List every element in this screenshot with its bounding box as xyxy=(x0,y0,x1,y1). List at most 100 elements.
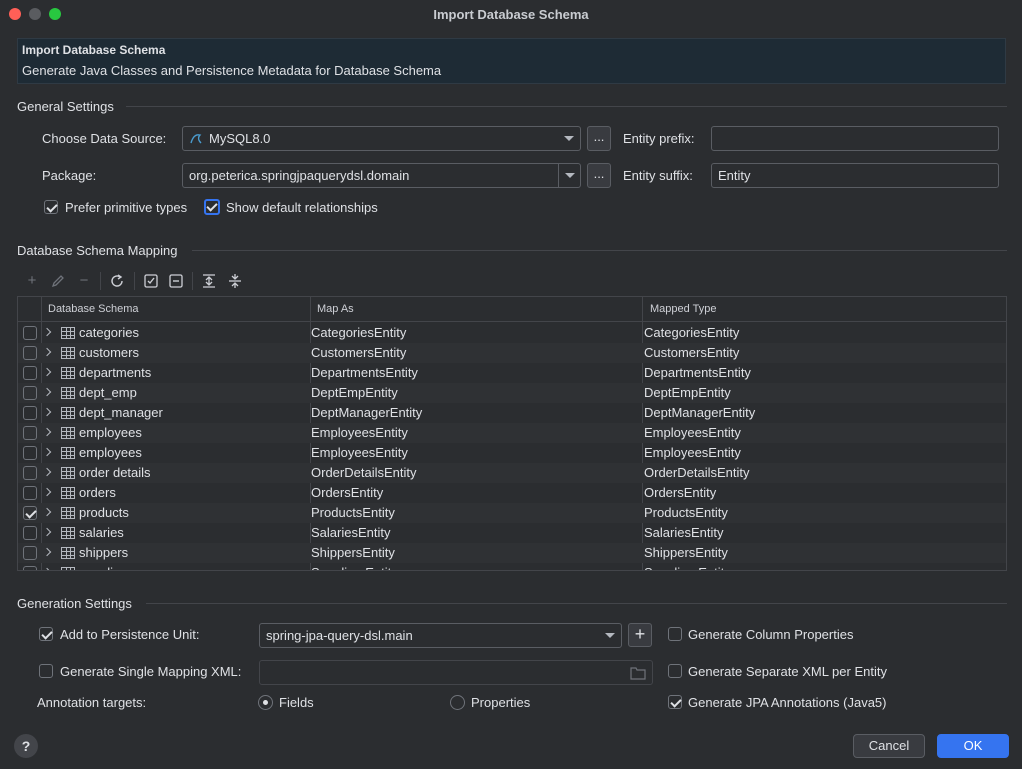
chevron-right-icon[interactable] xyxy=(42,487,52,497)
map-as-cell[interactable]: DeptManagerEntity xyxy=(311,405,422,420)
row-checkbox[interactable] xyxy=(23,326,37,340)
row-checkbox[interactable] xyxy=(23,426,37,440)
persistence-unit-select[interactable]: spring-jpa-query-dsl.main xyxy=(259,623,622,648)
mapped-type-cell[interactable]: ShippersEntity xyxy=(644,545,728,560)
generate-jpa-annotations-checkbox[interactable] xyxy=(668,695,682,709)
cancel-button[interactable]: Cancel xyxy=(853,734,925,758)
row-checkbox[interactable] xyxy=(23,506,37,520)
column-header-database-schema[interactable]: Database Schema xyxy=(48,303,139,315)
collapse-all-icon[interactable] xyxy=(227,273,243,289)
schema-cell: dept_emp xyxy=(79,385,137,400)
package-select[interactable]: org.peterica.springjpaquerydsl.domain xyxy=(182,163,581,188)
single-mapping-xml-input[interactable] xyxy=(259,660,653,685)
row-checkbox[interactable] xyxy=(23,346,37,360)
mapped-type-cell[interactable]: SuppliersEntity xyxy=(644,565,731,570)
plus-icon[interactable]: + xyxy=(23,272,41,290)
mapped-type-cell[interactable]: DeptEmpEntity xyxy=(644,385,731,400)
mapped-type-cell[interactable]: CategoriesEntity xyxy=(644,325,739,340)
map-as-cell[interactable]: ShippersEntity xyxy=(311,545,395,560)
mapped-type-cell[interactable]: CustomersEntity xyxy=(644,345,739,360)
properties-radio[interactable] xyxy=(450,695,465,710)
ok-button[interactable]: OK xyxy=(937,734,1009,758)
chevron-right-icon[interactable] xyxy=(42,467,52,477)
check-all-icon[interactable] xyxy=(143,273,159,289)
chevron-right-icon[interactable] xyxy=(42,367,52,377)
folder-icon[interactable] xyxy=(630,666,646,680)
table-row[interactable]: employees EmployeesEntity EmployeesEntity xyxy=(18,423,1006,443)
fields-radio[interactable] xyxy=(258,695,273,710)
table-row[interactable]: dept_emp DeptEmpEntity DeptEmpEntity xyxy=(18,383,1006,403)
chevron-right-icon[interactable] xyxy=(42,527,52,537)
map-as-cell[interactable]: EmployeesEntity xyxy=(311,445,408,460)
data-source-select[interactable]: MySQL8.0 xyxy=(182,126,581,151)
table-row[interactable]: shippers ShippersEntity ShippersEntity xyxy=(18,543,1006,563)
column-header-map-as[interactable]: Map As xyxy=(317,303,354,315)
chevron-right-icon[interactable] xyxy=(42,387,52,397)
mapped-type-cell[interactable]: ProductsEntity xyxy=(644,505,728,520)
map-as-cell[interactable]: OrdersEntity xyxy=(311,485,383,500)
chevron-right-icon[interactable] xyxy=(42,407,52,417)
row-checkbox[interactable] xyxy=(23,406,37,420)
mapped-type-cell[interactable]: EmployeesEntity xyxy=(644,445,741,460)
table-row[interactable]: departments DepartmentsEntity DepartmentsE… xyxy=(18,363,1006,383)
row-checkbox[interactable] xyxy=(23,386,37,400)
table-row[interactable]: categories CategoriesEntity CategoriesEnti… xyxy=(18,323,1006,343)
show-default-relationships-checkbox[interactable] xyxy=(204,199,220,215)
row-checkbox[interactable] xyxy=(23,526,37,540)
package-browse-button[interactable]: ... xyxy=(587,163,611,188)
map-as-cell[interactable]: SuppliersEntity xyxy=(311,565,398,570)
row-checkbox[interactable] xyxy=(23,366,37,380)
mapped-type-cell[interactable]: OrderDetailsEntity xyxy=(644,465,749,480)
table-row[interactable]: employees EmployeesEntity EmployeesEntity xyxy=(18,443,1006,463)
row-checkbox[interactable] xyxy=(23,546,37,560)
chevron-down-icon[interactable] xyxy=(558,164,580,187)
map-as-cell[interactable]: ProductsEntity xyxy=(311,505,395,520)
row-checkbox[interactable] xyxy=(23,446,37,460)
help-button[interactable]: ? xyxy=(14,734,38,758)
chevron-right-icon[interactable] xyxy=(42,427,52,437)
mapped-type-cell[interactable]: EmployeesEntity xyxy=(644,425,741,440)
chevron-right-icon[interactable] xyxy=(42,567,52,570)
table-row[interactable]: customers CustomersEntity CustomersEntity xyxy=(18,343,1006,363)
mapped-type-cell[interactable]: DepartmentsEntity xyxy=(644,365,751,380)
entity-prefix-input[interactable] xyxy=(711,126,999,151)
table-row[interactable]: salaries SalariesEntity SalariesEntity xyxy=(18,523,1006,543)
table-row[interactable]: products ProductsEntity ProductsEntity xyxy=(18,503,1006,523)
single-mapping-xml-checkbox[interactable] xyxy=(39,664,53,678)
prefer-primitive-checkbox[interactable] xyxy=(44,200,58,214)
mapped-type-cell[interactable]: DeptManagerEntity xyxy=(644,405,755,420)
chevron-right-icon[interactable] xyxy=(42,447,52,457)
row-checkbox[interactable] xyxy=(23,466,37,480)
map-as-cell[interactable]: SalariesEntity xyxy=(311,525,390,540)
add-to-persistence-unit-checkbox[interactable] xyxy=(39,627,53,641)
map-as-cell[interactable]: CategoriesEntity xyxy=(311,325,406,340)
table-row[interactable]: orders OrdersEntity OrdersEntity xyxy=(18,483,1006,503)
mapped-type-cell[interactable]: OrdersEntity xyxy=(644,485,716,500)
generate-separate-xml-checkbox[interactable] xyxy=(668,664,682,678)
data-source-browse-button[interactable]: ... xyxy=(587,126,611,151)
table-row[interactable]: dept_manager DeptManagerEntity DeptManager… xyxy=(18,403,1006,423)
chevron-right-icon[interactable] xyxy=(42,327,52,337)
column-header-mapped-type[interactable]: Mapped Type xyxy=(650,303,716,315)
row-checkbox[interactable] xyxy=(23,566,37,570)
minus-icon[interactable]: − xyxy=(75,272,93,290)
row-checkbox[interactable] xyxy=(23,486,37,500)
chevron-right-icon[interactable] xyxy=(42,507,52,517)
entity-suffix-input[interactable]: Entity xyxy=(711,163,999,188)
uncheck-all-icon[interactable] xyxy=(168,273,184,289)
map-as-cell[interactable]: CustomersEntity xyxy=(311,345,406,360)
add-persistence-unit-button[interactable]: + xyxy=(628,623,652,647)
expand-all-icon[interactable] xyxy=(201,273,217,289)
map-as-cell[interactable]: DepartmentsEntity xyxy=(311,365,418,380)
table-row[interactable]: order details OrderDetailsEntity OrderDeta… xyxy=(18,463,1006,483)
pencil-icon[interactable] xyxy=(50,273,66,289)
table-row[interactable]: suppliers SuppliersEntity SuppliersEntity xyxy=(18,563,1006,570)
map-as-cell[interactable]: EmployeesEntity xyxy=(311,425,408,440)
mapped-type-cell[interactable]: SalariesEntity xyxy=(644,525,723,540)
map-as-cell[interactable]: DeptEmpEntity xyxy=(311,385,398,400)
refresh-icon[interactable] xyxy=(109,273,125,289)
generate-column-properties-checkbox[interactable] xyxy=(668,627,682,641)
chevron-right-icon[interactable] xyxy=(42,347,52,357)
map-as-cell[interactable]: OrderDetailsEntity xyxy=(311,465,416,480)
chevron-right-icon[interactable] xyxy=(42,547,52,557)
